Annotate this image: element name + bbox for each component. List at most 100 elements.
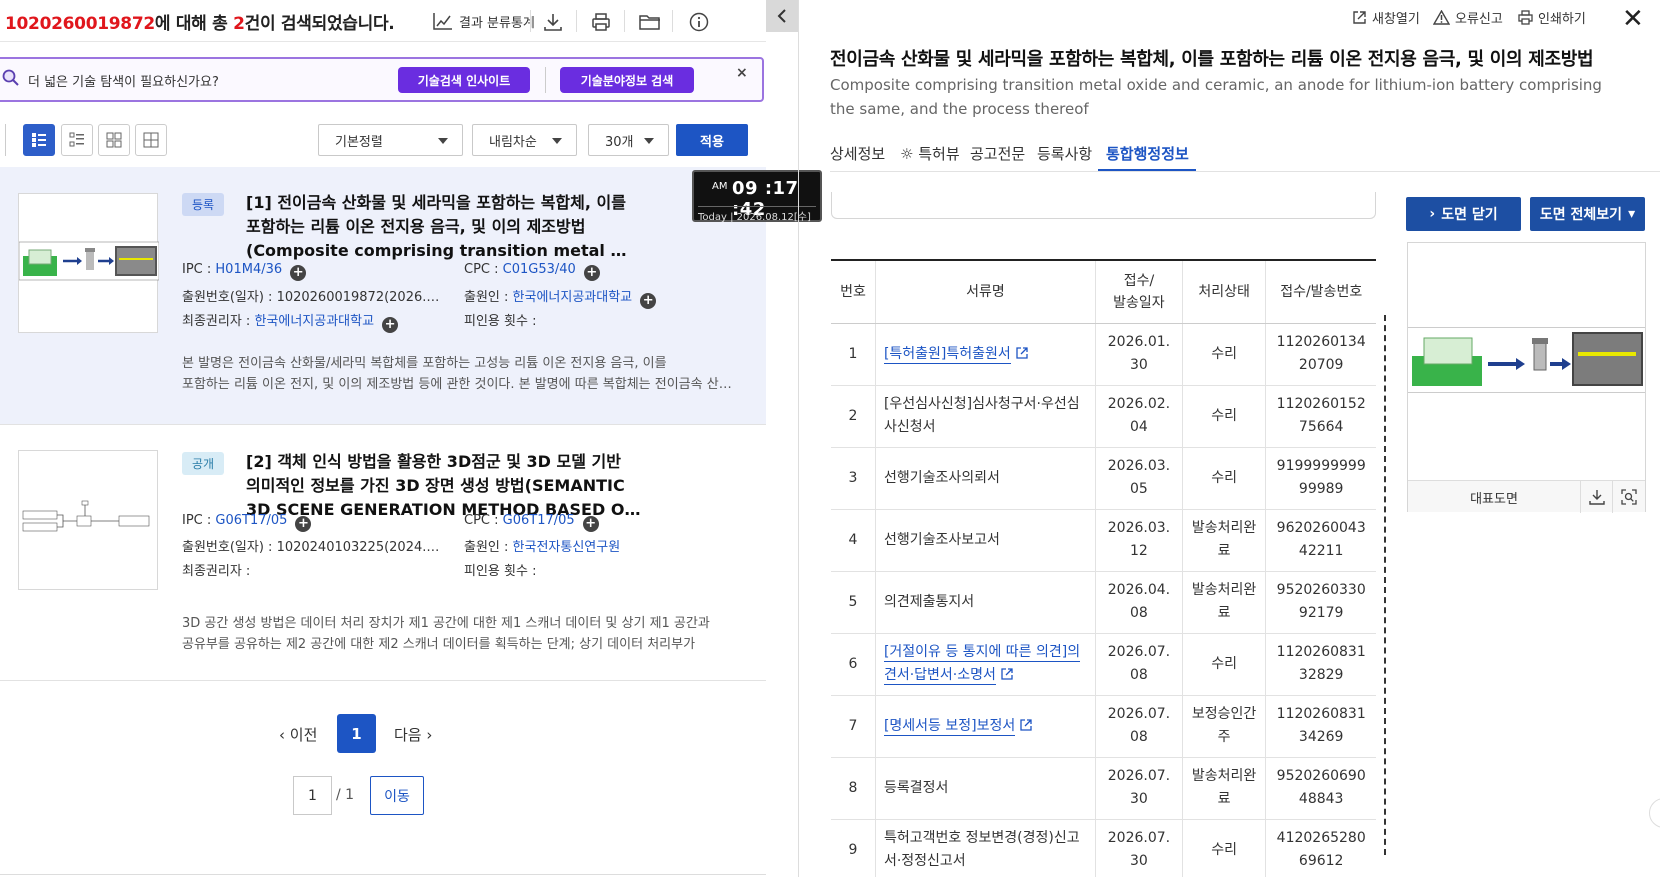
report-error-button[interactable]: 오류신고 [1433, 8, 1503, 27]
number-cell: 1120260134 20709 [1265, 323, 1376, 386]
result-item[interactable]: 등록 [1] 전이금속 산화물 및 세라믹을 포함하는 복합체, 이를 포함하는… [0, 167, 766, 425]
grid-view-icon[interactable] [98, 124, 130, 156]
document-link[interactable]: [명세서등 보정]보정서 [883, 717, 1016, 736]
scrollbar[interactable] [1384, 315, 1388, 855]
appno-label: 출원번호(일자) : [182, 290, 273, 305]
cpc-field: CPC : C01G53/40 + [464, 262, 600, 281]
chevron-right-icon: › [421, 726, 433, 744]
folder-icon[interactable] [637, 9, 663, 35]
summary-bar: 1020260019872에 대해 총 2건이 검색되었습니다. 결과 분류통계 [0, 0, 766, 42]
download-icon[interactable] [1580, 481, 1612, 513]
tab-detail[interactable]: 상세정보 [830, 143, 885, 164]
plus-icon[interactable]: + [290, 265, 307, 281]
cited-field: 피인용 횟수 : [464, 310, 536, 329]
tab-registration[interactable]: 등록사항 [1037, 143, 1092, 164]
toolbar-divider [576, 10, 577, 32]
cpc-link[interactable]: G06T17/05 [503, 513, 575, 528]
apply-button[interactable]: 적용 [676, 124, 748, 156]
document-name-cell: 선행기술조사의뢰서 [874, 447, 1096, 510]
result-title[interactable]: [2] 객체 인식 방법을 활용한 3D점군 및 3D 모델 기반 의미적인 정… [246, 450, 656, 522]
date-cell: 2026.03. 12 [1095, 509, 1183, 572]
toolbar-edge [5, 124, 6, 156]
plus-icon[interactable]: + [583, 265, 600, 281]
applicant-label: 출원인 : [464, 290, 509, 305]
simple-list-view-icon[interactable] [61, 124, 93, 156]
info-icon[interactable] [686, 9, 712, 35]
ipc-link[interactable]: H01M4/36 [215, 262, 282, 277]
full-figure-button[interactable]: 도면 전체보기 ▾ [1530, 197, 1645, 231]
external-link-icon[interactable] [1015, 346, 1029, 360]
download-icon[interactable] [540, 9, 566, 35]
print-icon[interactable] [588, 9, 614, 35]
new-window-button[interactable]: 새창열기 [1352, 8, 1420, 27]
document-name-cell: [거절이유 등 통지에 따른 의견]의견서·답변서·소명서 [874, 633, 1096, 696]
plus-icon[interactable]: + [382, 317, 399, 333]
zoom-icon[interactable] [1612, 481, 1644, 513]
close-icon[interactable]: ✕ [1622, 4, 1644, 34]
figure-image[interactable] [1408, 327, 1645, 393]
sort-value: 기본정렬 [335, 134, 383, 150]
application-number-field: 출원번호(일자) : 1020260019872(2026.01.30) [182, 286, 447, 305]
detail-list-view-icon[interactable] [23, 124, 55, 156]
search-hint-banner: 더 넓은 기술 탐색이 필요하신가요? 기술검색 인사이트 기술분야정보 검색 … [0, 57, 764, 102]
field-search-button[interactable]: 기술분야정보 검색 [560, 67, 694, 93]
plus-icon[interactable]: + [295, 516, 312, 532]
page-number-input[interactable] [293, 776, 332, 815]
collapse-panel-button[interactable] [766, 0, 798, 32]
patent-thumbnail[interactable] [18, 193, 160, 333]
ipc-label: IPC : [182, 262, 212, 277]
cpc-label: CPC : [464, 513, 499, 528]
external-link-icon [1353, 11, 1366, 24]
tab-patent-view[interactable]: ☼ 특허뷰 [900, 143, 960, 164]
document-table-body: 1 [특허출원]특허출원서 2026.01. 30 수리 1120260134 2070… [831, 323, 1376, 877]
sort-select[interactable]: 기본정렬 [318, 124, 463, 156]
print-icon [1518, 10, 1533, 25]
document-link[interactable]: [거절이유 등 통지에 따른 의견]의견서·답변서·소명서 [883, 644, 1081, 685]
owner-link[interactable]: 한국에너지공과대학교 [254, 314, 374, 329]
chevron-left-icon: ‹ [279, 726, 290, 744]
applicant-link[interactable]: 한국에너지공과대학교 [513, 290, 633, 305]
toolbar-divider [530, 10, 531, 32]
table-view-icon[interactable] [135, 124, 167, 156]
table-header-row: 번호 서류명 접수/ 발송일자 처리상태 접수/발송번호 [831, 259, 1376, 324]
page-title: 전이금속 산화물 및 세라믹을 포함하는 복합체, 이를 포함하는 리튬 이온 … [830, 49, 1594, 70]
tab-admin-info[interactable]: 통합행정정보 [1106, 143, 1189, 164]
status-cell: 수리 [1181, 633, 1266, 696]
divider-line [0, 874, 766, 875]
order-select[interactable]: 내림차순 [472, 124, 577, 156]
external-link-icon[interactable] [1000, 667, 1014, 681]
result-item[interactable]: 공개 [2] 객체 인식 방법을 활용한 3D점군 및 3D 모델 기반 의미적… [0, 426, 766, 681]
tabs-divider [830, 171, 1660, 172]
number-cell: 1120260831 34269 [1265, 695, 1376, 758]
plus-icon[interactable]: + [640, 293, 657, 309]
ipc-link[interactable]: G06T17/05 [215, 513, 287, 528]
tab-publication[interactable]: 공고전문 [970, 143, 1025, 164]
appno-value: 1020240103225(2024.08.02) [276, 540, 447, 555]
prev-page-link[interactable]: ‹ 이전 [279, 724, 317, 745]
external-link-icon[interactable] [1019, 718, 1033, 732]
cpc-link[interactable]: C01G53/40 [503, 262, 576, 277]
print-button[interactable]: 인쇄하기 [1518, 8, 1586, 27]
applicant-link[interactable]: 한국전자통신연구원 [513, 540, 621, 555]
document-name: 선행기술조사보고서 [883, 531, 1000, 548]
scroll-top-button[interactable] [1649, 798, 1660, 828]
insight-button[interactable]: 기술검색 인사이트 [398, 67, 530, 93]
applicant-field: 출원인 : 한국전자통신연구원 [464, 536, 620, 555]
document-name-cell: [특허출원]특허출원서 [874, 323, 1096, 386]
go-page-button[interactable]: 이동 [370, 776, 424, 815]
plus-icon[interactable]: + [582, 516, 599, 532]
document-name: 의견제출통지서 [883, 593, 975, 610]
row-number: 9 [831, 819, 876, 877]
result-summary: 1020260019872에 대해 총 2건이 검색되었습니다. [5, 9, 395, 34]
stats-button[interactable]: 결과 분류통계 [433, 8, 535, 34]
patent-thumbnail[interactable] [18, 450, 158, 590]
close-icon[interactable]: × [736, 65, 748, 81]
page-size-select[interactable]: 30개 [588, 124, 669, 156]
title-line: [1] 전이금속 산화물 및 세라믹을 포함하는 복합체, 이를 [246, 193, 626, 212]
close-figure-button[interactable]: › 도면 닫기 [1406, 197, 1521, 231]
page-current[interactable]: 1 [337, 714, 376, 753]
document-link[interactable]: [특허출원]특허출원서 [883, 345, 1011, 364]
row-number: 5 [831, 571, 876, 634]
result-title[interactable]: [1] 전이금속 산화물 및 세라믹을 포함하는 복합체, 이를 포함하는 리튬… [246, 191, 656, 263]
next-page-link[interactable]: 다음 › [394, 724, 432, 745]
